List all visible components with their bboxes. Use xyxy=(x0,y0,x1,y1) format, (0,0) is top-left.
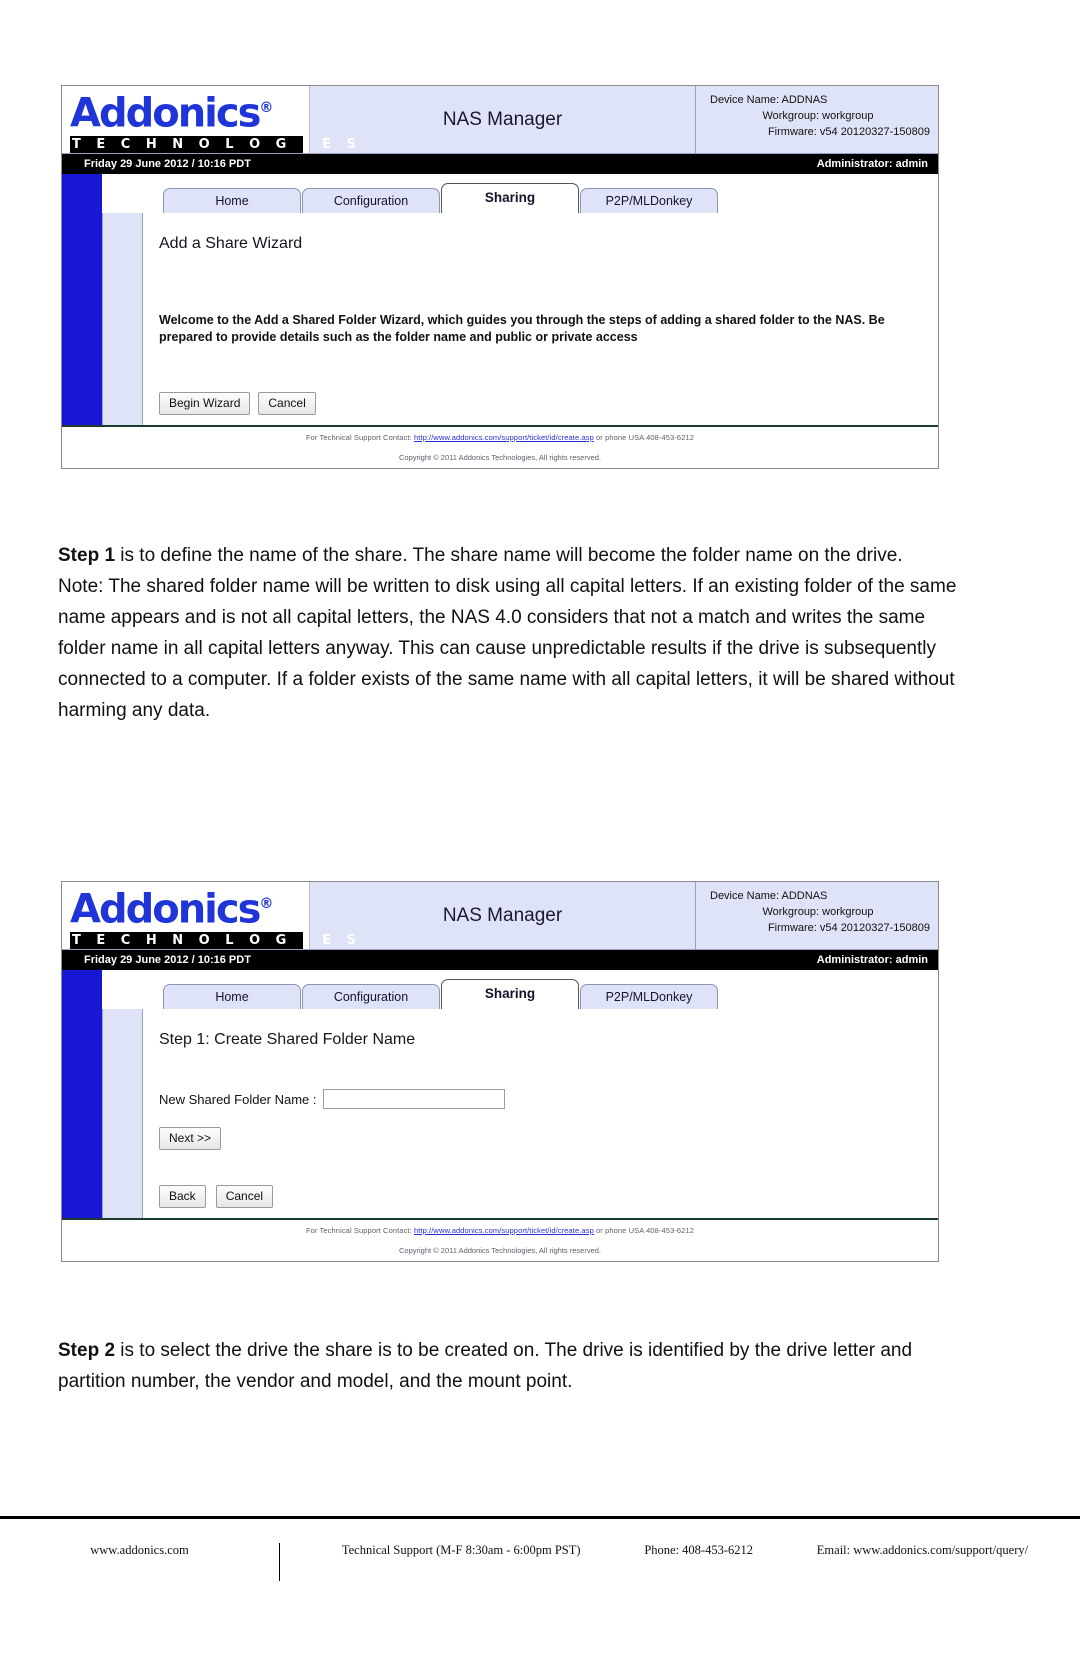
prose-step2-paragraph: Step 2 is to select the drive the share … xyxy=(58,1335,958,1397)
support-contact-line: For Technical Support Contact: http://ww… xyxy=(62,1226,938,1235)
prose-step1-paragraph: Step 1 is to define the name of the shar… xyxy=(58,540,958,571)
next-button[interactable]: Next >> xyxy=(159,1127,222,1150)
status-datetime: Friday 29 June 2012 / 10:16 PDT xyxy=(84,158,251,170)
wizard-description: Welcome to the Add a Shared Folder Wizar… xyxy=(159,313,885,344)
workgroup: Workgroup: workgroup xyxy=(762,110,874,122)
shared-folder-name-input[interactable] xyxy=(322,1089,505,1109)
footer-phone: Phone: 408-453-6212 xyxy=(644,1543,754,1557)
nas-header: Addonics® T E C H N O L O G I E S NAS Ma… xyxy=(62,882,938,950)
shared-folder-name-row: New Shared Folder Name : xyxy=(159,1089,920,1109)
step1-lead: Step 1 xyxy=(58,545,116,566)
tab-p2p-mldonkey[interactable]: P2P/MLDonkey xyxy=(580,188,718,213)
device-info: Device Name: ADDNAS Workgroup: workgroup… xyxy=(695,86,938,153)
step2-lead: Step 2 xyxy=(58,1340,116,1361)
prose-step1: Step 1 is to define the name of the shar… xyxy=(58,540,958,726)
wizard-button-row: Begin Wizard Cancel xyxy=(159,392,920,415)
wizard-title: Add a Share Wizard xyxy=(159,235,303,252)
device-name: Device Name: ADDNAS xyxy=(710,890,828,902)
footer-website: www.addonics.com xyxy=(0,1543,280,1581)
app-title: NAS Manager xyxy=(442,108,563,130)
registered-mark-icon: ® xyxy=(259,896,274,913)
support-prefix: For Technical Support Contact: xyxy=(305,433,414,442)
logo-wordmark: Addonics® xyxy=(70,90,274,137)
status-administrator: Administrator: admin xyxy=(816,158,928,170)
status-administrator: Administrator: admin xyxy=(816,954,928,966)
nas-body: Home Configuration Sharing P2P/MLDonkey … xyxy=(62,174,938,425)
support-suffix: or phone USA 408-453-6212 xyxy=(593,1226,695,1235)
support-prefix: For Technical Support Contact: xyxy=(305,1226,414,1235)
nas-main: Home Configuration Sharing P2P/MLDonkey … xyxy=(102,174,938,425)
next-button-row: Next >> xyxy=(159,1127,920,1150)
sidebar-rail xyxy=(62,174,102,425)
device-name: Device Name: ADDNAS xyxy=(710,94,828,106)
wizard-content: Add a Share Wizard Welcome to the Add a … xyxy=(102,213,938,425)
addonics-logo: Addonics® T E C H N O L O G I E S xyxy=(62,882,362,949)
nas-main: Home Configuration Sharing P2P/MLDonkey … xyxy=(102,970,938,1218)
nas-footer: For Technical Support Contact: http://ww… xyxy=(62,1218,938,1261)
page-footer: www.addonics.com Technical Support (M-F … xyxy=(0,1519,1080,1669)
logo-subtitle: T E C H N O L O G I E S xyxy=(70,135,362,153)
tab-sharing[interactable]: Sharing xyxy=(441,979,579,1009)
support-ticket-link[interactable]: http://www.addonics.com/support/ticket/i… xyxy=(414,433,594,442)
status-bar: Friday 29 June 2012 / 10:16 PDT Administ… xyxy=(62,154,938,174)
status-datetime: Friday 29 June 2012 / 10:16 PDT xyxy=(84,954,251,966)
tab-bar: Home Configuration Sharing P2P/MLDonkey xyxy=(102,183,938,213)
sidebar-rail xyxy=(62,970,102,1218)
addonics-logo: Addonics® T E C H N O L O G I E S xyxy=(62,86,362,153)
tab-configuration[interactable]: Configuration xyxy=(302,188,440,213)
support-suffix: or phone USA 408-453-6212 xyxy=(593,433,695,442)
nas-body: Home Configuration Sharing P2P/MLDonkey … xyxy=(62,970,938,1218)
footer-support-hours: Technical Support (M-F 8:30am - 6:00pm P… xyxy=(341,1543,581,1557)
nas-manager-screenshot-wizard-intro: Addonics® T E C H N O L O G I E S NAS Ma… xyxy=(61,85,939,469)
app-title: NAS Manager xyxy=(442,904,563,926)
tab-configuration[interactable]: Configuration xyxy=(302,984,440,1009)
status-bar: Friday 29 June 2012 / 10:16 PDT Administ… xyxy=(62,950,938,970)
copyright-line: Copyright © 2011 Addonics Technologies, … xyxy=(398,453,602,462)
workgroup: Workgroup: workgroup xyxy=(762,906,874,918)
nas-manager-screenshot-step1: Addonics® T E C H N O L O G I E S NAS Ma… xyxy=(61,881,939,1262)
logo-subtitle: T E C H N O L O G I E S xyxy=(70,931,362,949)
cancel-button[interactable]: Cancel xyxy=(258,392,316,415)
step2-body: is to select the drive the share is to b… xyxy=(58,1340,913,1392)
back-cancel-button-row: Back Cancel xyxy=(159,1185,920,1208)
cancel-button[interactable]: Cancel xyxy=(215,1185,274,1208)
logo-wordmark: Addonics® xyxy=(70,886,274,933)
tab-bar: Home Configuration Sharing P2P/MLDonkey xyxy=(102,979,938,1009)
prose-step2: Step 2 is to select the drive the share … xyxy=(58,1335,958,1397)
tab-home[interactable]: Home xyxy=(163,188,301,213)
device-info: Device Name: ADDNAS Workgroup: workgroup… xyxy=(695,882,938,949)
copyright-line: Copyright © 2011 Addonics Technologies, … xyxy=(398,1246,602,1255)
registered-mark-icon: ® xyxy=(259,100,274,117)
step1-body: is to define the name of the share. The … xyxy=(115,545,903,566)
shared-folder-name-label: New Shared Folder Name : xyxy=(159,1091,317,1107)
firmware-version: Firmware: v54 20120327-150809 xyxy=(767,126,930,138)
step1-content: Step 1: Create Shared Folder Name New Sh… xyxy=(102,1009,938,1218)
support-contact-line: For Technical Support Contact: http://ww… xyxy=(62,433,938,442)
nas-footer: For Technical Support Contact: http://ww… xyxy=(62,425,938,468)
prose-step1-note: Note: The shared folder name will be wri… xyxy=(58,576,957,721)
support-ticket-link[interactable]: http://www.addonics.com/support/ticket/i… xyxy=(414,1226,594,1235)
footer-contact-group: Technical Support (M-F 8:30am - 6:00pm P… xyxy=(280,1543,1080,1558)
firmware-version: Firmware: v54 20120327-150809 xyxy=(767,922,930,934)
begin-wizard-button[interactable]: Begin Wizard xyxy=(159,392,251,415)
footer-email: Email: www.addonics.com/support/query/ xyxy=(816,1543,1029,1557)
tab-p2p-mldonkey[interactable]: P2P/MLDonkey xyxy=(580,984,718,1009)
nas-header: Addonics® T E C H N O L O G I E S NAS Ma… xyxy=(62,86,938,154)
back-button[interactable]: Back xyxy=(159,1185,206,1208)
tab-home[interactable]: Home xyxy=(163,984,301,1009)
tab-sharing[interactable]: Sharing xyxy=(441,183,579,213)
step-title: Step 1: Create Shared Folder Name xyxy=(159,1031,416,1048)
